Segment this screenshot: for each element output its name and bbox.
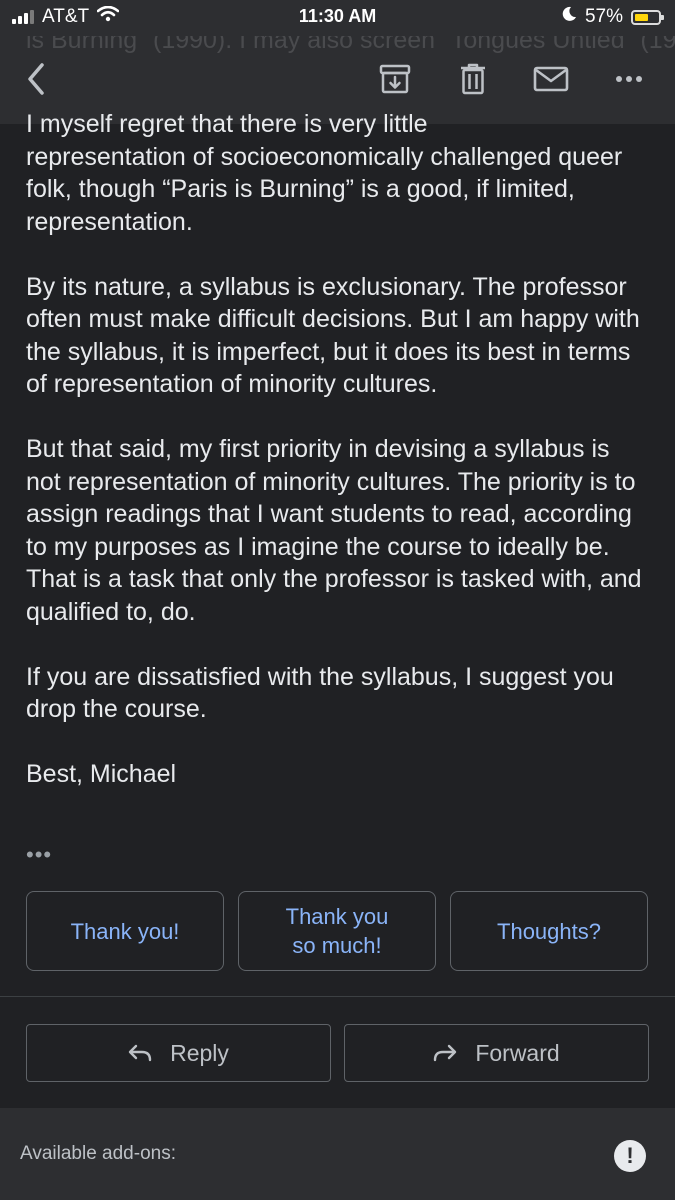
moon-icon <box>561 6 577 28</box>
smart-reply-label: Thank you! <box>70 918 180 944</box>
smart-reply-thank-you-so-much[interactable]: Thank you so much! <box>238 891 436 971</box>
forward-arrow-icon <box>434 1044 457 1062</box>
paragraph-1: I myself regret that there is very littl… <box>26 108 651 238</box>
reply-arrow-icon <box>128 1044 152 1062</box>
paragraph-3: But that said, my first priority in devi… <box>26 435 642 626</box>
smart-reply-label: Thoughts? <box>497 918 601 944</box>
archive-button[interactable] <box>370 54 420 104</box>
paragraph-2: By its nature, a syllabus is exclusionar… <box>26 272 640 399</box>
reply-button[interactable]: Reply <box>26 1024 331 1082</box>
show-trimmed-content-button[interactable]: ••• <box>26 842 52 868</box>
mail-icon <box>533 66 569 92</box>
back-arrow-icon <box>28 63 44 95</box>
addons-label: Available add-ons: <box>20 1143 176 1164</box>
scrolled-text-behind-toolbar: is Burning" (1990). I may also screen "T… <box>26 36 675 54</box>
smart-reply-thank-you[interactable]: Thank you! <box>26 891 224 971</box>
battery-percent: 57% <box>584 6 623 27</box>
paragraph-1-text: representation of socioeconomically chal… <box>26 142 623 236</box>
addons-bar: Available add-ons: ! <box>0 1108 675 1200</box>
archive-icon <box>379 64 411 94</box>
partially-hidden-line: I myself regret that there is very littl… <box>26 110 428 138</box>
battery-fill <box>635 13 648 21</box>
divider <box>0 996 675 997</box>
status-bar: AT&T 11:30 AM 57% <box>0 0 675 36</box>
forward-button[interactable]: Forward <box>344 1024 649 1082</box>
more-options-button[interactable] <box>604 54 654 104</box>
reply-label: Reply <box>170 1039 229 1066</box>
battery-icon <box>631 9 664 25</box>
alert-icon[interactable]: ! <box>614 1140 646 1172</box>
status-right: 57% <box>561 6 664 28</box>
mark-unread-button[interactable] <box>526 54 576 104</box>
message-body: I myself regret that there is very littl… <box>26 108 651 823</box>
smart-reply-thoughts[interactable]: Thoughts? <box>450 891 648 971</box>
signoff: Best, Michael <box>26 760 177 788</box>
back-button[interactable] <box>12 54 62 104</box>
paragraph-4: If you are dissatisfied with the syllabu… <box>26 662 614 724</box>
delete-button[interactable] <box>448 54 498 104</box>
trash-icon <box>461 63 485 95</box>
more-horizontal-icon <box>616 76 642 82</box>
smart-reply-label: Thank you so much! <box>285 904 389 958</box>
forward-label: Forward <box>475 1039 560 1066</box>
